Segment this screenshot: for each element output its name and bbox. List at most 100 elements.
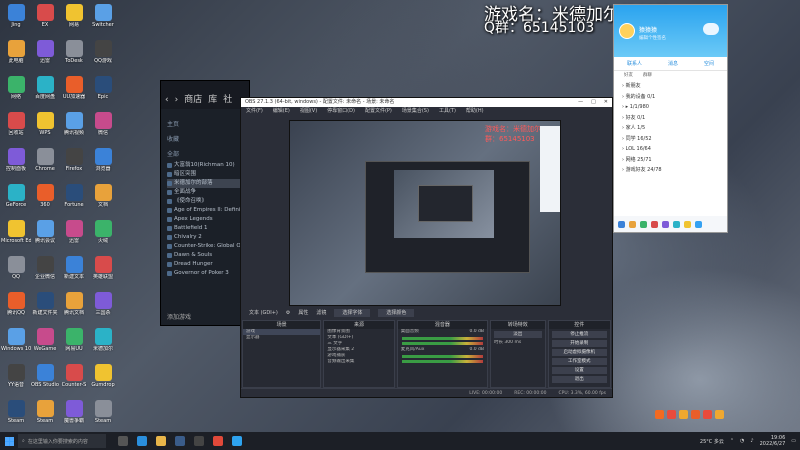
- taskbar-search[interactable]: ⌕ 在这里输入你要搜索的内容: [18, 434, 106, 448]
- obs-icon[interactable]: [194, 436, 204, 446]
- qq-subtab[interactable]: 群聊: [643, 71, 652, 81]
- avatar[interactable]: [619, 23, 635, 39]
- desktop-icon[interactable]: 此电脑: [2, 40, 30, 71]
- qq-main-panel[interactable]: 猿猿猿 编辑个性签名 联系人 消息 空间 好友 群聊 › 新朋友 › 我的设备 0/1 ›…: [613, 4, 728, 233]
- qq-contact-group[interactable]: › 同学 16/52: [614, 134, 727, 145]
- desktop-icon[interactable]: Counter-S: [60, 364, 88, 395]
- desktop-icon[interactable]: Steam: [89, 400, 117, 431]
- desktop-icon[interactable]: 新建文件夹: [31, 292, 59, 323]
- desktop-icon[interactable]: ToDesk: [60, 40, 88, 71]
- desktop-icon[interactable]: Steam: [31, 400, 59, 431]
- desktop-icon[interactable]: 文档: [89, 184, 117, 215]
- desktop-icon[interactable]: Microsoft Edge: [1, 220, 31, 251]
- ime-icon[interactable]: [715, 410, 724, 419]
- desktop-icon[interactable]: Chrome: [31, 148, 59, 179]
- steam-window[interactable]: ‹ › 商店 库 社 主页 收藏 全部 大富翁10(Richman 10) 暗区突…: [160, 80, 250, 326]
- obs-menu-item[interactable]: 配置文件(P): [365, 107, 392, 116]
- chrome-icon[interactable]: [213, 436, 223, 446]
- desktop-icon[interactable]: Firefox: [60, 148, 88, 179]
- close-icon[interactable]: ✕: [604, 98, 608, 107]
- desktop-icon[interactable]: 腾讯QQ: [2, 292, 30, 323]
- weather-widget[interactable]: 25°C 多云: [700, 438, 724, 445]
- desktop-icon[interactable]: 腾讯会议: [31, 220, 59, 251]
- desktop-icon[interactable]: WPS: [31, 112, 59, 143]
- desktop-icon[interactable]: Windows 10 更新: [1, 328, 31, 359]
- desktop-icon[interactable]: 新建文本: [60, 256, 88, 287]
- desktop-icon[interactable]: 浏览器: [89, 148, 117, 179]
- file-explorer-icon[interactable]: [156, 436, 166, 446]
- obs-window[interactable]: OBS 27.1.3 (64-bit, windows) - 配置文件: 未命名…: [240, 97, 613, 398]
- app-icon[interactable]: [673, 220, 680, 228]
- obs-menu-item[interactable]: 视图(V): [300, 107, 317, 116]
- ime-icon[interactable]: [667, 410, 676, 419]
- qq-contact-group[interactable]: › 好友 0/1: [614, 113, 727, 124]
- qq-icon[interactable]: [232, 436, 242, 446]
- transition-select[interactable]: 淡出: [493, 331, 542, 338]
- control-button[interactable]: 退出: [551, 376, 607, 383]
- qq-contact-group[interactable]: › 网络 25/71: [614, 155, 727, 166]
- desktop-icon[interactable]: 360: [31, 184, 59, 215]
- desktop-icon[interactable]: 腾讯视频: [60, 112, 88, 143]
- properties-button[interactable]: 属性: [298, 308, 308, 318]
- obs-menu-item[interactable]: 编辑(E): [273, 107, 290, 116]
- menu-icon[interactable]: [618, 220, 625, 228]
- qq-contact-group[interactable]: › 游戏好友 24/78: [614, 165, 727, 176]
- qq-contact-group[interactable]: › 我的设备 0/1: [614, 92, 727, 103]
- desktop-icon[interactable]: UU加速器: [60, 76, 88, 107]
- steam-nav-library[interactable]: 库: [208, 92, 217, 105]
- app-icon[interactable]: [662, 220, 669, 228]
- weather-icon[interactable]: [703, 23, 719, 35]
- control-button[interactable]: 启动虚拟摄像机: [551, 349, 607, 356]
- desktop-icon[interactable]: 微信: [89, 112, 117, 143]
- steam-game-item[interactable]: Counter-Strike: Global Off: [167, 242, 243, 251]
- desktop-icon[interactable]: EX: [31, 4, 59, 35]
- steam-game-item[interactable]: Apex Legends: [167, 215, 243, 224]
- steam-home[interactable]: 主页: [167, 119, 243, 128]
- taskbar-search-input[interactable]: 在这里输入你要搜索的内容: [28, 438, 88, 445]
- obs-menu-item[interactable]: 工具(T): [439, 107, 456, 116]
- app-icon[interactable]: [695, 220, 702, 228]
- steam-game-item[interactable]: 《使命召唤》: [167, 197, 243, 206]
- desktop-icon[interactable]: 企业微信: [31, 256, 59, 287]
- task-view-icon[interactable]: [118, 436, 128, 446]
- volume-icon[interactable]: ♪: [750, 438, 753, 444]
- ime-icon[interactable]: [703, 410, 712, 419]
- desktop-icon[interactable]: 米德加尔: [89, 328, 117, 359]
- gear-icon[interactable]: ⚙: [286, 308, 290, 318]
- steam-nav-store[interactable]: 商店: [184, 92, 202, 105]
- desktop-icon[interactable]: 网易UU: [60, 328, 88, 359]
- taskbar-clock[interactable]: 19:06 2022/6/27: [760, 435, 786, 447]
- obs-preview-canvas[interactable]: 游戏名：米德加尔 Q群：65145103: [289, 120, 561, 306]
- desktop-icon[interactable]: QQ游戏: [89, 40, 117, 71]
- desktop-icon[interactable]: 腾讯文档: [60, 292, 88, 323]
- qq-contact-group[interactable]: › ▸ 1/1/980: [614, 102, 727, 113]
- desktop-icon[interactable]: 网络: [2, 76, 30, 107]
- obs-menu-item[interactable]: 停靠窗口(D): [327, 107, 355, 116]
- select-font-button[interactable]: 选择字体: [334, 309, 371, 317]
- select-color-button[interactable]: 选择颜色: [378, 309, 415, 317]
- desktop-icon[interactable]: 网易: [60, 4, 88, 35]
- qq-tab[interactable]: 联系人: [627, 57, 642, 70]
- minimize-icon[interactable]: —: [578, 98, 583, 107]
- forward-arrow-icon[interactable]: ›: [175, 95, 179, 105]
- control-button[interactable]: 开始录制: [551, 340, 607, 347]
- steam-game-item[interactable]: 大富翁10(Richman 10): [167, 161, 243, 170]
- obs-menu-item[interactable]: 帮助(H): [466, 107, 484, 116]
- desktop-icon[interactable]: 魔兽争霸: [60, 400, 88, 431]
- steam-game-item[interactable]: Dread Hunger: [167, 260, 243, 269]
- ime-icon[interactable]: [691, 410, 700, 419]
- desktop-icon[interactable]: Steam: [2, 400, 30, 431]
- desktop-icon[interactable]: 英雄联盟: [89, 256, 117, 287]
- desktop-icon[interactable]: YY语音: [2, 364, 30, 395]
- qq-tab[interactable]: 空间: [704, 57, 714, 70]
- ime-toolbar[interactable]: [655, 410, 724, 419]
- desktop-icon[interactable]: 火绒: [89, 220, 117, 251]
- steam-icon[interactable]: [175, 436, 185, 446]
- maximize-icon[interactable]: □: [591, 98, 596, 107]
- back-arrow-icon[interactable]: ‹: [165, 95, 169, 105]
- desktop-icon[interactable]: GeForce: [2, 184, 30, 215]
- qq-signature[interactable]: 编辑个性签名: [639, 35, 666, 41]
- control-button[interactable]: 停止推流: [551, 331, 607, 338]
- steam-game-item[interactable]: Governor of Poker 3: [167, 269, 243, 278]
- steam-game-item[interactable]: 米德加尔的部落: [167, 179, 243, 188]
